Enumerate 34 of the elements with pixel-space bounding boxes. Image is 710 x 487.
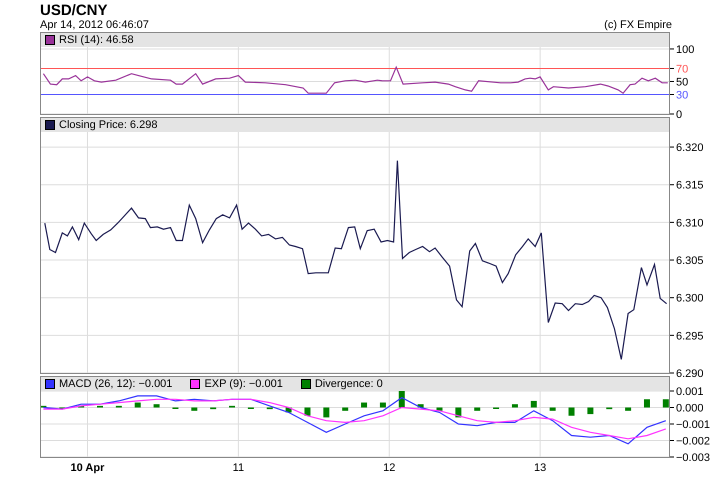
axis-label: 12 (383, 462, 396, 474)
credit-text: (c) FX Empire (604, 19, 672, 32)
axis-label: 6.290 (676, 368, 704, 380)
axis-label: 10 Apr (70, 462, 104, 474)
legend-value: : 6.298 (124, 119, 158, 131)
axis-label: 13 (534, 462, 546, 474)
legend-label: EXP (9) (204, 378, 243, 390)
axis-label: 6.310 (676, 217, 704, 230)
axis-label: 0.001 (676, 386, 704, 398)
axis-label: 6.305 (676, 255, 704, 268)
axis-label: 30 (676, 89, 688, 102)
axis-label: 6.295 (676, 330, 704, 342)
legend-label: Divergence (314, 378, 370, 390)
legend-value: : 0 (370, 378, 383, 390)
chart-title: USD/CNY (40, 2, 109, 19)
axis-label: 6.315 (676, 180, 704, 192)
axis-label: −0.002 (676, 436, 710, 448)
axis-label: −0.001 (676, 419, 710, 431)
legend-value: : −0.001 (132, 378, 172, 390)
axis-label: 70 (676, 63, 688, 76)
axis-label: 50 (676, 76, 688, 88)
axis-label: −0.003 (676, 452, 710, 464)
axis-label: 6.300 (676, 292, 704, 305)
legend-label: Closing Price (59, 119, 124, 131)
axis-label: 6.320 (676, 142, 704, 154)
legend-value: : 46.58 (100, 34, 134, 46)
legend-value: : −0.001 (242, 378, 283, 390)
legend-label: RSI (14) (59, 34, 100, 46)
axis-label: 0.000 (676, 402, 704, 414)
axis-label: 0 (676, 109, 682, 121)
timestamp: Apr 14, 2012 06:46:07 (40, 19, 149, 32)
axis-label: 11 (232, 462, 244, 474)
axis-label: 100 (676, 44, 694, 56)
legend-label: MACD (26, 12) (59, 378, 132, 390)
